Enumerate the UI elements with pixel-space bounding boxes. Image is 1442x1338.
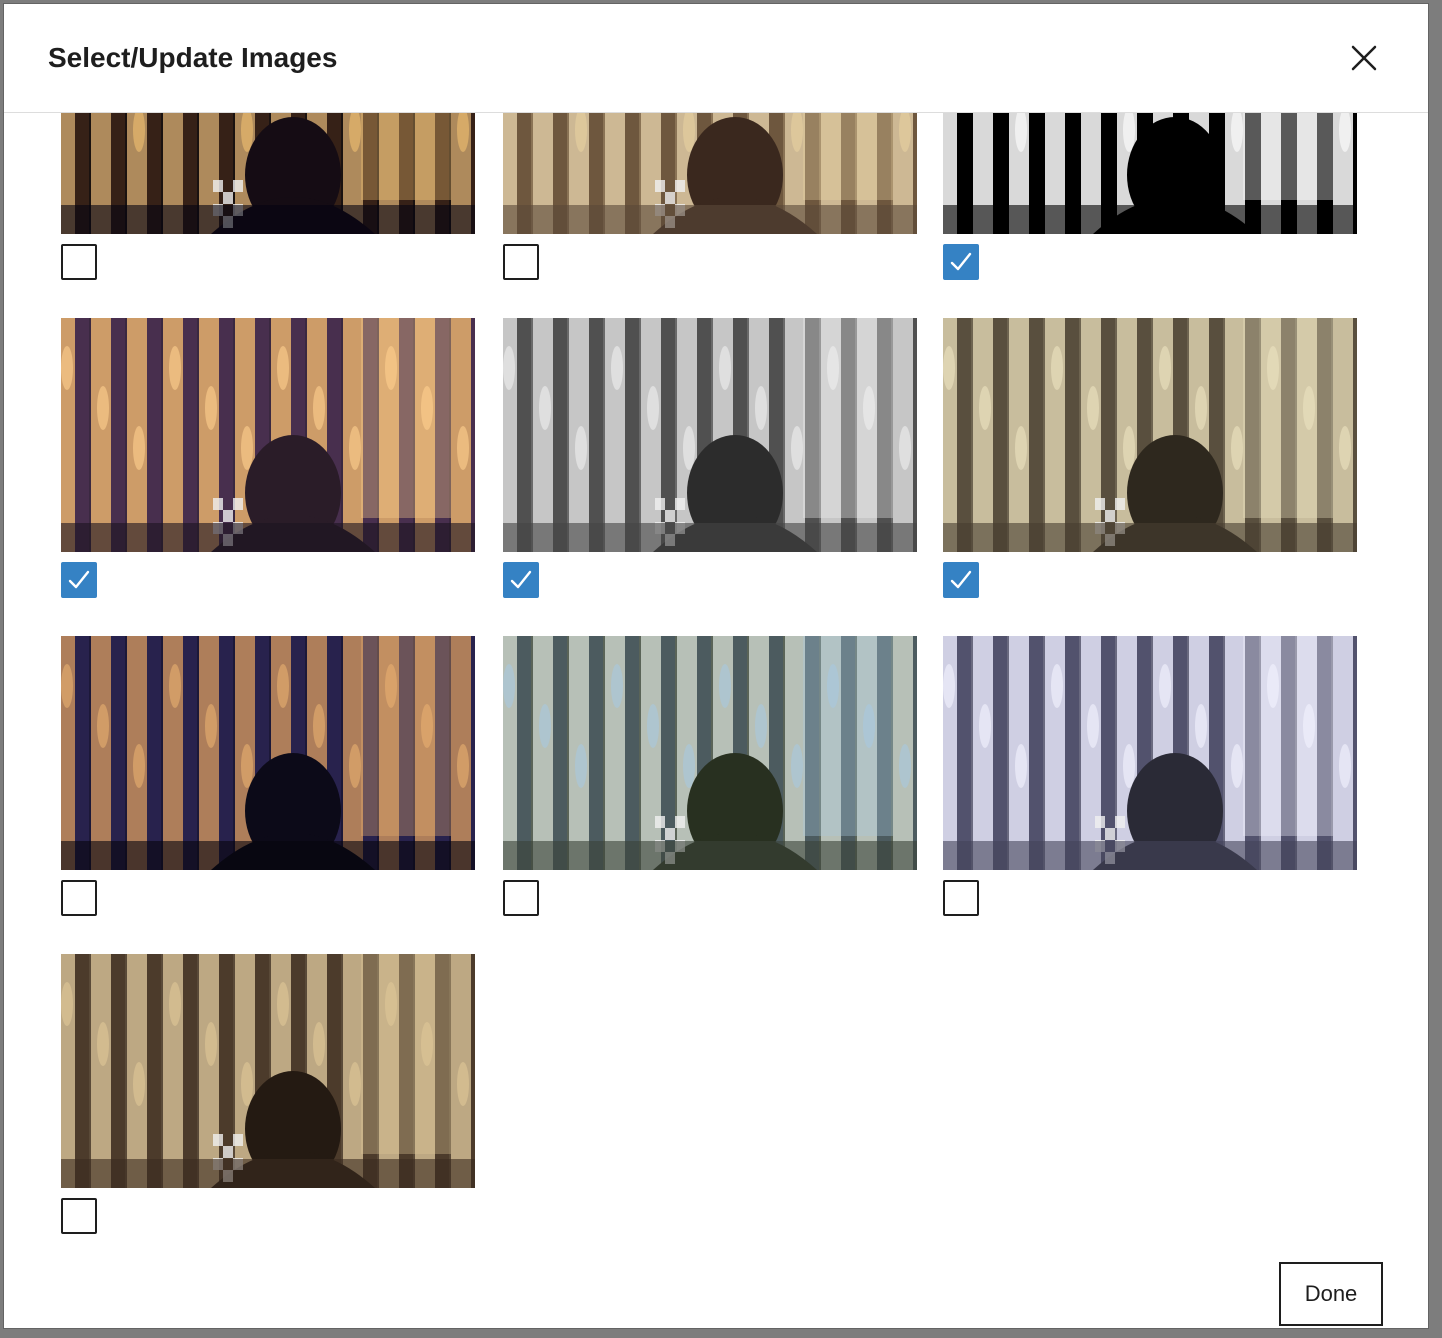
checkmark-icon (950, 570, 972, 589)
modal-title: Select/Update Images (48, 42, 338, 73)
close-button[interactable] (1344, 38, 1384, 78)
image-thumbnail-normal[interactable] (503, 113, 917, 234)
image-thumbnail-vintage[interactable] (61, 954, 475, 1188)
image-select-checkbox[interactable] (943, 244, 979, 280)
image-select-checkbox[interactable] (61, 244, 97, 280)
image-select-checkbox[interactable] (943, 562, 979, 598)
image-thumbnail-normal-dark[interactable] (61, 113, 475, 234)
image-select-checkbox[interactable] (503, 244, 539, 280)
image-thumbnail-warm-dark[interactable] (61, 318, 475, 552)
image-thumbnail-blue-dark[interactable] (61, 636, 475, 870)
image-select-checkbox[interactable] (503, 562, 539, 598)
image-select-checkbox[interactable] (943, 880, 979, 916)
image-thumbnail-teal[interactable] (503, 636, 917, 870)
select-images-modal: Select/Update Images Done (4, 4, 1428, 1328)
checkmark-icon (68, 570, 90, 589)
checkmark-icon (510, 570, 532, 589)
modal-header: Select/Update Images (4, 4, 1428, 113)
image-select-checkbox[interactable] (61, 880, 97, 916)
done-button[interactable]: Done (1279, 1262, 1383, 1326)
image-thumbnail-grayscale[interactable] (503, 318, 917, 552)
image-select-checkbox[interactable] (61, 562, 97, 598)
close-icon (1351, 45, 1377, 71)
image-grid (4, 113, 1428, 1328)
image-select-checkbox[interactable] (61, 1198, 97, 1234)
image-select-checkbox[interactable] (503, 880, 539, 916)
checkmark-icon (950, 252, 972, 271)
image-thumbnail-sepia[interactable] (943, 318, 1357, 552)
image-thumbnail-threshold[interactable] (943, 113, 1357, 234)
image-thumbnail-lavender[interactable] (943, 636, 1357, 870)
